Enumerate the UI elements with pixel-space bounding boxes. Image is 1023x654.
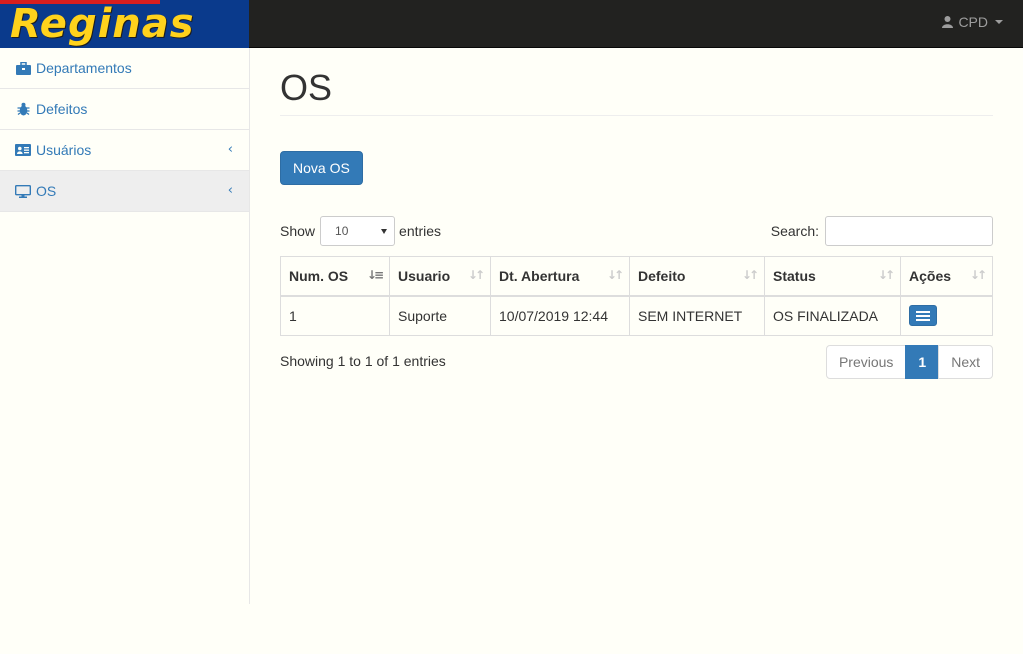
sidebar-item-label: Defeitos bbox=[36, 101, 88, 117]
entries-select[interactable]: 10 bbox=[320, 216, 396, 246]
pagination: Previous 1 Next bbox=[825, 345, 993, 379]
user-icon bbox=[942, 16, 954, 28]
brand-logo[interactable]: Reginas bbox=[0, 0, 249, 48]
user-menu-label: CPD bbox=[958, 14, 988, 30]
sort-icon: ↓↑ bbox=[741, 268, 759, 282]
caret-down-icon bbox=[995, 20, 1003, 24]
sidebar-item-departamentos[interactable]: Departamentos bbox=[0, 48, 249, 89]
desktop-icon bbox=[15, 184, 31, 198]
sidebar-item-label: OS bbox=[36, 183, 57, 199]
sort-icon: ↓↑ bbox=[969, 268, 987, 282]
column-header-status[interactable]: Status ↓↑ bbox=[764, 256, 901, 297]
table-header-row: Num. OS ↓≡ Usuario ↓↑ Dt. Abertura ↓↑ De… bbox=[280, 256, 993, 297]
main-content: OS Nova OS Show 10 entries Search: Num. … bbox=[280, 48, 993, 379]
sidebar: Departamentos Defeitos Usuários ‹ OS ‹ bbox=[0, 48, 250, 604]
search-input[interactable] bbox=[825, 216, 993, 246]
pagination-next[interactable]: Next bbox=[938, 345, 993, 379]
cell-defeito: SEM INTERNET bbox=[629, 295, 765, 336]
view-details-button[interactable] bbox=[909, 305, 937, 327]
cell-num-os: 1 bbox=[280, 295, 390, 336]
entries-select-value: 10 bbox=[335, 224, 349, 238]
table-footer: Showing 1 to 1 of 1 entries Previous 1 N… bbox=[280, 345, 993, 379]
sort-icon: ↓↑ bbox=[606, 268, 624, 282]
table-controls: Show 10 entries Search: bbox=[280, 216, 993, 246]
sort-asc-icon: ↓≡ bbox=[366, 268, 384, 282]
length-label-entries: entries bbox=[399, 223, 442, 239]
column-header-defeito[interactable]: Defeito ↓↑ bbox=[629, 256, 765, 297]
sidebar-item-usuarios[interactable]: Usuários ‹ bbox=[0, 130, 249, 171]
bug-icon bbox=[15, 102, 31, 116]
pagination-page-1[interactable]: 1 bbox=[905, 345, 940, 379]
sidebar-item-defeitos[interactable]: Defeitos bbox=[0, 89, 249, 130]
search-label: Search: bbox=[770, 223, 819, 239]
top-navbar: Reginas CPD bbox=[0, 0, 1023, 48]
sort-icon: ↓↑ bbox=[877, 268, 895, 282]
cell-status: OS FINALIZADA bbox=[764, 295, 901, 336]
os-table: Num. OS ↓≡ Usuario ↓↑ Dt. Abertura ↓↑ De… bbox=[280, 256, 993, 336]
column-header-usuario[interactable]: Usuario ↓↑ bbox=[389, 256, 491, 297]
logo-text: Reginas bbox=[10, 1, 195, 47]
page-title: OS bbox=[280, 68, 993, 116]
search-control: Search: bbox=[771, 216, 993, 246]
table-row: 1 Suporte 10/07/2019 12:44 SEM INTERNET … bbox=[280, 295, 993, 336]
cell-usuario: Suporte bbox=[389, 295, 491, 336]
select-caret-icon bbox=[381, 229, 388, 234]
sidebar-item-os[interactable]: OS ‹ bbox=[0, 171, 249, 212]
length-label-show: Show bbox=[280, 223, 316, 239]
table-info: Showing 1 to 1 of 1 entries bbox=[280, 353, 446, 369]
sidebar-item-label: Usuários bbox=[36, 142, 92, 158]
entries-length-control: Show 10 entries bbox=[280, 216, 441, 246]
column-header-dt-abertura[interactable]: Dt. Abertura ↓↑ bbox=[490, 256, 630, 297]
id-card-icon bbox=[15, 143, 31, 157]
chevron-left-icon: ‹ bbox=[227, 183, 233, 198]
cell-acoes bbox=[900, 295, 993, 336]
user-menu-dropdown[interactable]: CPD bbox=[942, 14, 1003, 30]
pagination-previous[interactable]: Previous bbox=[825, 345, 907, 379]
cell-dt-abertura: 10/07/2019 12:44 bbox=[490, 295, 630, 336]
sidebar-item-label: Departamentos bbox=[36, 60, 132, 76]
column-header-num-os[interactable]: Num. OS ↓≡ bbox=[280, 256, 390, 297]
chevron-left-icon: ‹ bbox=[227, 142, 233, 157]
column-header-acoes[interactable]: Ações ↓↑ bbox=[900, 256, 993, 297]
nova-os-button[interactable]: Nova OS bbox=[280, 151, 363, 185]
briefcase-icon bbox=[15, 61, 31, 75]
list-icon bbox=[916, 311, 930, 314]
sort-icon: ↓↑ bbox=[467, 268, 485, 282]
